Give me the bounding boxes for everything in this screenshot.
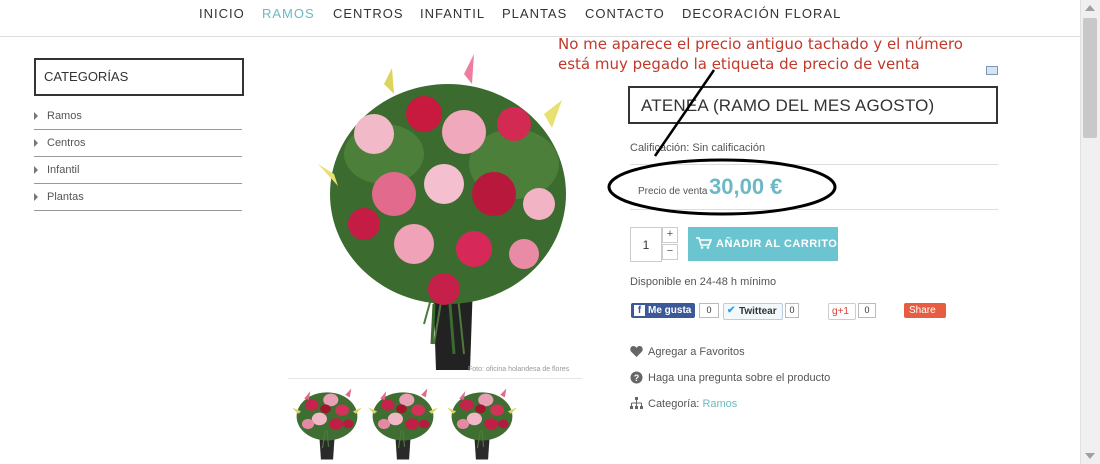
nav-item-plantas[interactable]: PLANTAS	[502, 6, 567, 21]
categories-list: Ramos Centros Infantil Plantas	[34, 104, 242, 212]
annotation-note: No me aparece el precio antiguo tachado …	[558, 34, 998, 74]
product-thumbnail-3[interactable]	[444, 386, 520, 462]
category-item-plantas[interactable]: Plantas	[34, 185, 242, 211]
question-label: Haga una pregunta sobre el producto	[648, 372, 831, 384]
nav-item-infantil[interactable]: INFANTIL	[420, 6, 485, 21]
bullet-arrow-icon	[34, 139, 38, 147]
nav-item-ramos[interactable]: RAMOS	[262, 6, 315, 21]
quantity-value: 1	[642, 238, 650, 252]
mail-icon[interactable]	[986, 66, 998, 75]
nav-item-contacto[interactable]: CONTACTO	[585, 6, 665, 21]
twitter-icon: ✔	[727, 305, 736, 316]
svg-text:?: ?	[634, 373, 640, 383]
scroll-up-icon[interactable]	[1085, 5, 1095, 11]
quantity-plus-button[interactable]: +	[662, 227, 678, 243]
product-thumbnail-2[interactable]	[365, 386, 441, 462]
image-divider	[288, 378, 582, 379]
nav-item-inicio[interactable]: INICIO	[199, 6, 245, 21]
product-price: 30,00 €	[709, 174, 783, 199]
category-item-infantil[interactable]: Infantil	[34, 158, 242, 184]
categories-title: CATEGORÍAS	[44, 69, 129, 84]
facebook-count: 0	[699, 303, 719, 318]
twitter-count: 0	[785, 303, 799, 318]
twitter-tweet-button[interactable]: ✔ Twittear	[723, 303, 783, 320]
share-button[interactable]: Share	[904, 303, 946, 318]
availability-text: Disponible en 24-48 h mínimo	[630, 276, 777, 288]
product-thumbnail-1[interactable]	[289, 386, 365, 462]
price-label: Precio de venta	[638, 186, 708, 197]
category-info-label: Categoría:	[648, 398, 700, 410]
top-navigation: INICIO RAMOS CENTROS INFANTIL PLANTAS CO…	[0, 0, 1081, 37]
add-to-cart-button[interactable]: AÑADIR AL CARRITO	[688, 227, 838, 261]
quantity-minus-button[interactable]: −	[662, 244, 678, 260]
bullet-arrow-icon	[34, 166, 38, 174]
category-item-centros[interactable]: Centros	[34, 131, 242, 157]
product-rating: Calificación: Sin calificación	[630, 142, 766, 154]
category-label[interactable]: Plantas	[47, 191, 84, 203]
sitemap-icon	[630, 397, 643, 409]
divider	[630, 164, 998, 165]
add-to-cart-label: AÑADIR AL CARRITO	[716, 238, 838, 250]
cart-icon	[696, 237, 712, 249]
vertical-scrollbar[interactable]	[1080, 0, 1100, 464]
bullet-arrow-icon	[34, 193, 38, 201]
product-title: ATENEA (RAMO DEL MES AGOSTO)	[641, 96, 935, 115]
bullet-arrow-icon	[34, 112, 38, 120]
share-label: Share	[909, 305, 936, 316]
quantity-input[interactable]: 1	[630, 227, 662, 262]
scroll-down-icon[interactable]	[1085, 453, 1095, 459]
nav-item-decoracion-floral[interactable]: DECORACIÓN FLORAL	[682, 6, 841, 21]
nav-item-centros[interactable]: CENTROS	[333, 6, 404, 21]
google-plus-label: g+1	[832, 306, 849, 317]
facebook-icon: f	[634, 305, 645, 316]
category-item-ramos[interactable]: Ramos	[34, 104, 242, 130]
google-plus-button[interactable]: g+1	[828, 303, 856, 320]
category-info-text: Categoría: Ramos	[648, 398, 737, 410]
category-label[interactable]: Infantil	[47, 164, 79, 176]
favorites-label: Agregar a Favoritos	[648, 346, 745, 358]
heart-icon	[630, 346, 643, 357]
annotation-line-1: No me aparece el precio antiguo tachado …	[558, 35, 963, 53]
product-title-box: ATENEA (RAMO DEL MES AGOSTO)	[628, 86, 998, 124]
question-icon: ?	[630, 371, 643, 384]
category-link[interactable]: Ramos	[702, 398, 737, 410]
twitter-label: Twittear	[739, 306, 777, 317]
google-plus-count: 0	[858, 303, 876, 318]
categories-block: CATEGORÍAS	[34, 58, 244, 96]
google-plus-count-label: +1	[837, 306, 849, 317]
facebook-like-label: Me gusta	[648, 305, 692, 316]
facebook-like-button[interactable]: f Me gusta	[631, 303, 695, 318]
image-caption: Foto: oficina holandesa de flores	[468, 366, 570, 373]
divider	[630, 209, 998, 210]
category-label[interactable]: Centros	[47, 137, 86, 149]
product-main-image[interactable]	[314, 54, 582, 380]
category-label[interactable]: Ramos	[47, 110, 82, 122]
scrollbar-thumb[interactable]	[1083, 18, 1097, 138]
annotation-line-2: está muy pegado la etiqueta de precio de…	[558, 55, 920, 73]
